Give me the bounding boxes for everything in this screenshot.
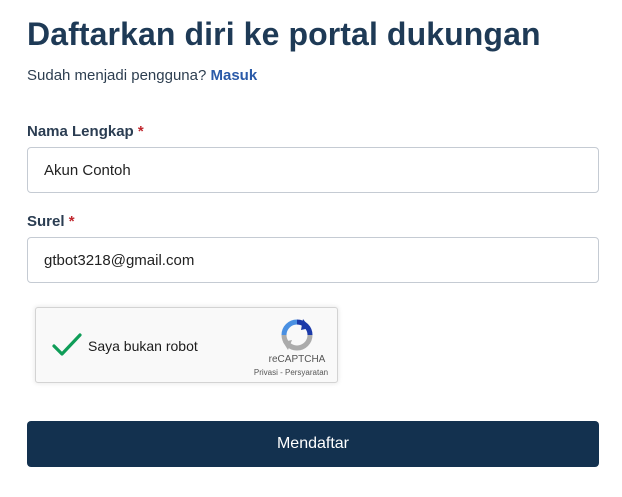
submit-button[interactable]: Mendaftar	[27, 421, 599, 467]
signin-prompt: Sudah menjadi pengguna? Masuk	[27, 67, 257, 84]
full-name-input[interactable]	[27, 147, 599, 193]
captcha-checkbox[interactable]	[51, 330, 83, 360]
email-input[interactable]	[27, 237, 599, 283]
captcha-label: Saya bukan robot	[88, 338, 198, 354]
required-mark: *	[68, 213, 75, 230]
captcha-link-separator: -	[277, 368, 285, 377]
signin-prompt-text: Sudah menjadi pengguna?	[27, 67, 211, 84]
checkmark-icon	[52, 333, 82, 356]
captcha-brand: reCAPTCHA	[268, 354, 326, 365]
recaptcha-logo-icon	[281, 319, 313, 351]
recaptcha-widget: Saya bukan robot reCAPTCHA Privasi - Per…	[35, 307, 338, 383]
captcha-terms-link[interactable]: Persyaratan	[285, 368, 328, 377]
signin-link[interactable]: Masuk	[211, 67, 258, 84]
email-label-text: Surel	[27, 213, 65, 230]
full-name-label-text: Nama Lengkap	[27, 123, 134, 140]
email-label: Surel *	[27, 213, 75, 230]
page-title: Daftarkan diri ke portal dukungan	[27, 16, 541, 52]
required-mark: *	[137, 123, 144, 140]
full-name-label: Nama Lengkap *	[27, 123, 144, 140]
captcha-privacy-link[interactable]: Privasi	[254, 368, 278, 377]
captcha-links: Privasi - Persyaratan	[244, 368, 338, 377]
